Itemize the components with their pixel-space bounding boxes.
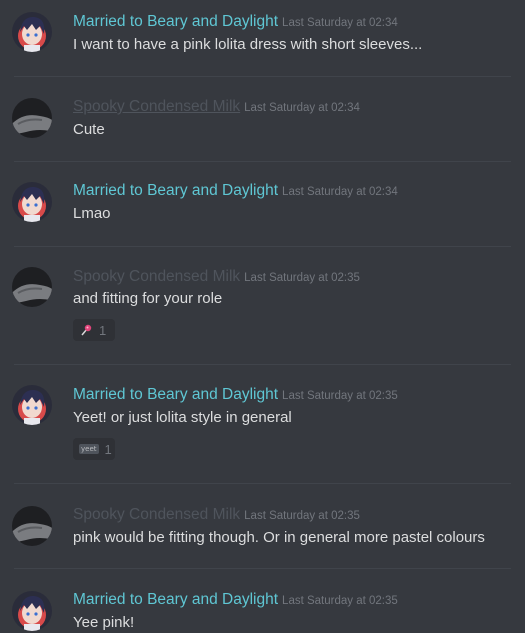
message: Married to Beary and Daylight Last Saturd… xyxy=(0,365,525,483)
avatar-anime-girl[interactable] xyxy=(12,591,52,631)
avatar-gray-hand[interactable] xyxy=(12,98,52,138)
message: Spooky Condensed Milk Last Saturday at 02… xyxy=(0,77,525,161)
reaction-pill[interactable]: 1 xyxy=(73,319,115,341)
message: Spooky Condensed Milk Last Saturday at 02… xyxy=(0,247,525,364)
lollipop-emoji xyxy=(81,324,92,336)
message: Spooky Condensed Milk Last Saturday at 02… xyxy=(0,484,525,568)
reaction-count: 1 xyxy=(104,441,112,457)
timestamp: Last Saturday at 02:35 xyxy=(282,595,398,607)
avatar-anime-girl[interactable] xyxy=(12,182,52,222)
timestamp: Last Saturday at 02:34 xyxy=(282,186,398,198)
chat-log: Married to Beary and Daylight Last Saturd… xyxy=(0,0,525,633)
author-name[interactable]: Married to Beary and Daylight Last Saturd… xyxy=(73,591,398,609)
author-name[interactable]: Spooky Condensed Milk Last Saturday at 02… xyxy=(73,506,360,524)
author-name[interactable]: Married to Beary and Daylight Last Saturd… xyxy=(73,13,398,31)
author-name[interactable]: Spooky Condensed Milk Last Saturday at 02… xyxy=(73,98,360,116)
timestamp: Last Saturday at 02:34 xyxy=(244,102,360,114)
message: Married to Beary and Daylight Last Saturd… xyxy=(0,162,525,246)
message-text: Cute xyxy=(73,121,105,138)
reaction-pill[interactable]: yeet 1 xyxy=(73,438,115,460)
timestamp: Last Saturday at 02:35 xyxy=(282,390,398,402)
yeet-emoji: yeet xyxy=(79,444,99,454)
author-name[interactable]: Married to Beary and Daylight Last Saturd… xyxy=(73,182,398,200)
avatar-gray-hand[interactable] xyxy=(12,506,52,546)
message-text: and fitting for your role xyxy=(73,290,223,307)
message-text: pink would be fitting though. Or in gene… xyxy=(73,529,485,546)
avatar-anime-girl[interactable] xyxy=(12,385,52,425)
message: Married to Beary and Daylight Last Saturd… xyxy=(0,0,525,76)
timestamp: Last Saturday at 02:35 xyxy=(244,272,360,284)
reaction-count: 1 xyxy=(99,322,107,338)
message-text: Lmao xyxy=(73,205,111,222)
avatar-gray-hand[interactable] xyxy=(12,267,52,307)
timestamp: Last Saturday at 02:35 xyxy=(244,510,360,522)
message: Married to Beary and Daylight Last Saturd… xyxy=(0,569,525,633)
message-text: Yeet! or just lolita style in general xyxy=(73,409,292,426)
avatar-anime-girl[interactable] xyxy=(12,12,52,52)
timestamp: Last Saturday at 02:34 xyxy=(282,17,398,29)
message-text: Yee pink! xyxy=(73,614,135,631)
message-text: I want to have a pink lolita dress with … xyxy=(73,36,423,53)
author-name[interactable]: Married to Beary and Daylight Last Saturd… xyxy=(73,386,398,404)
author-name[interactable]: Spooky Condensed Milk Last Saturday at 02… xyxy=(73,268,360,286)
